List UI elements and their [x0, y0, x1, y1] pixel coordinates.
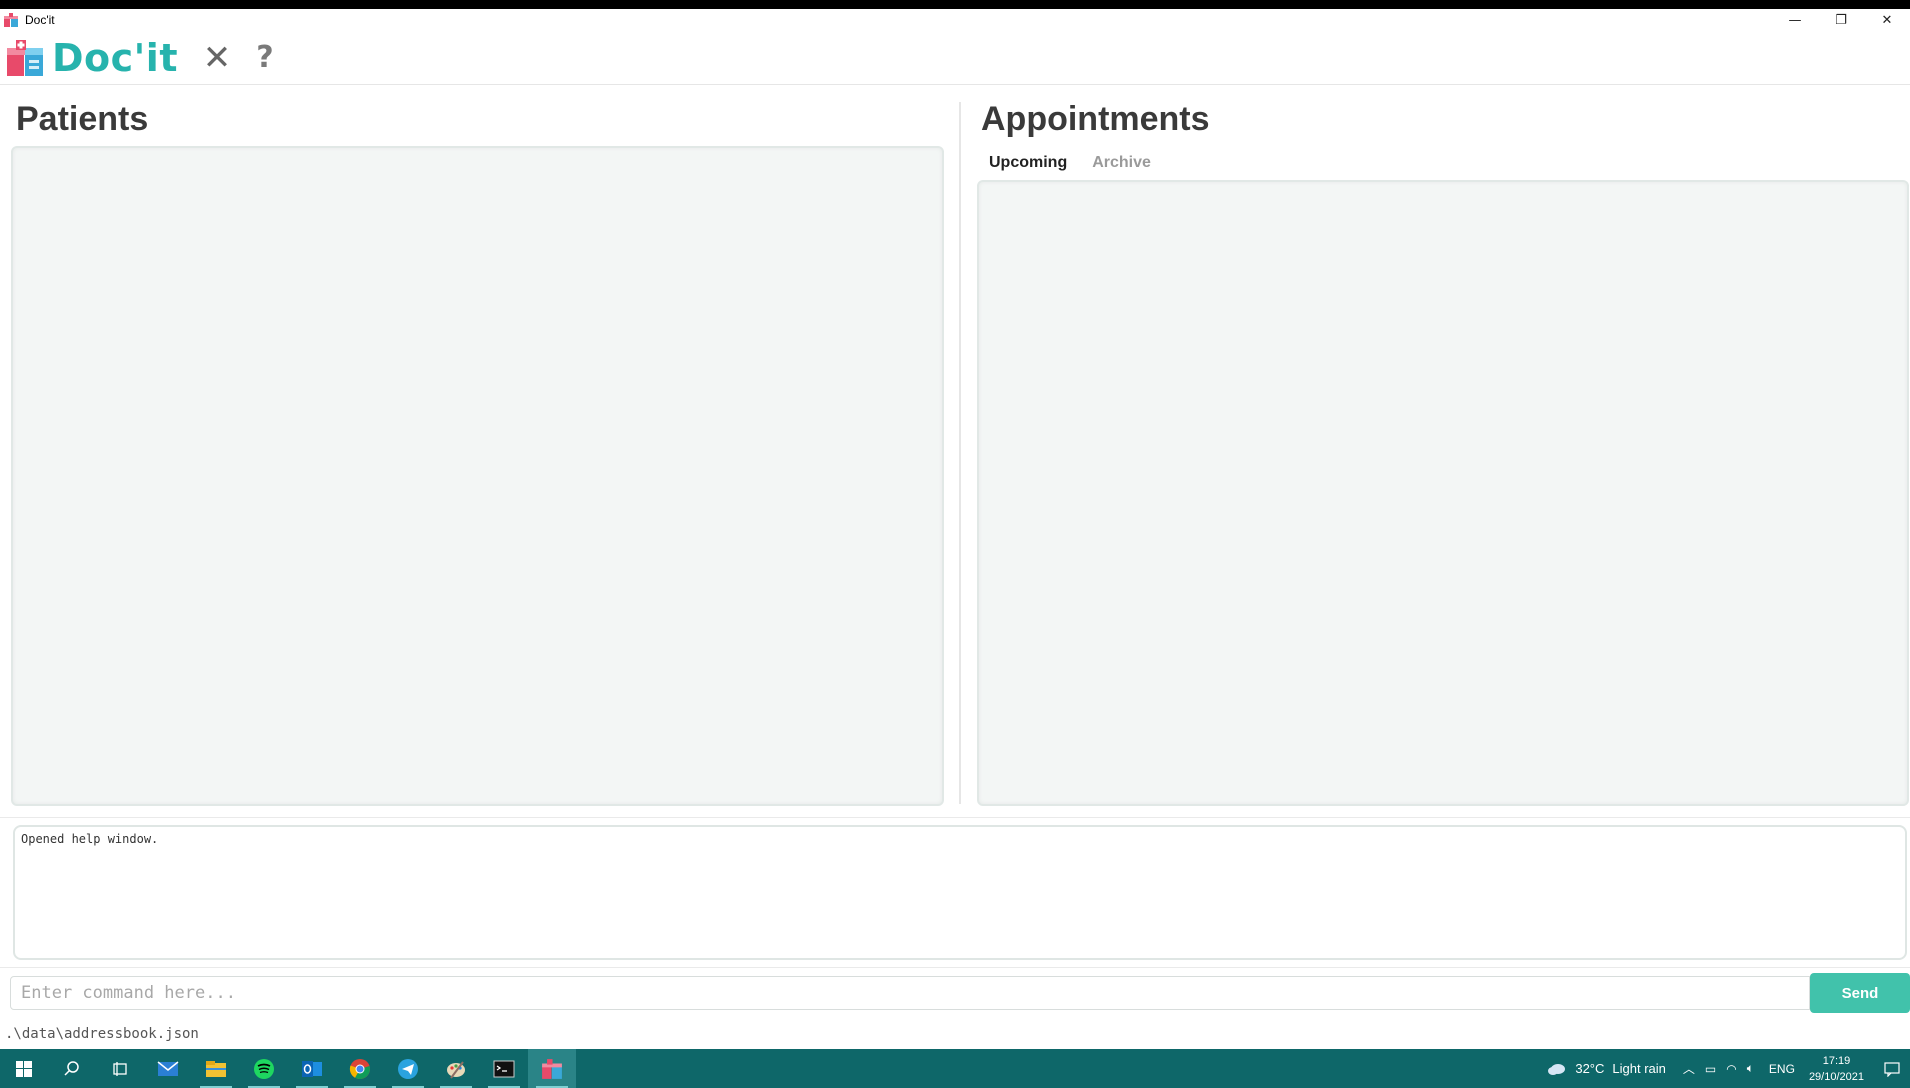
separator: [0, 967, 1910, 968]
panel-divider[interactable]: [959, 102, 961, 804]
command-box: Send: [10, 973, 1910, 1013]
help-button[interactable]: ?: [248, 38, 282, 78]
separator: [0, 817, 1910, 818]
close-window-button[interactable]: ✕: [1864, 9, 1910, 31]
chrome-icon[interactable]: [336, 1049, 384, 1088]
terminal-icon[interactable]: [480, 1049, 528, 1088]
logo-icon: [5, 38, 45, 78]
tab-archive[interactable]: Archive: [1087, 152, 1157, 183]
window-titlebar: Doc'it — ❐ ✕: [0, 9, 1910, 31]
screen-top-strip: [0, 0, 1910, 9]
windows-start-icon[interactable]: [0, 1049, 48, 1088]
patients-title: Patients: [16, 100, 149, 138]
app-root: Doc'it — ❐ ✕ Doc'it ✕ ? Patients Appoint…: [0, 0, 1910, 1088]
notification-icon[interactable]: [1874, 1061, 1910, 1077]
clock-time: 17:19: [1822, 1054, 1851, 1067]
battery-icon[interactable]: ▭: [1705, 1062, 1716, 1076]
send-button[interactable]: Send: [1810, 973, 1910, 1013]
search-icon[interactable]: [48, 1049, 96, 1088]
minimize-button[interactable]: —: [1772, 9, 1818, 31]
weather-condition: Light rain: [1612, 1061, 1666, 1076]
app-toolbar: Doc'it ✕ ?: [0, 31, 1910, 85]
command-input[interactable]: [10, 976, 1810, 1010]
clock-date: 29/10/2021: [1808, 1070, 1864, 1083]
weather-widget[interactable]: 32°C Light rain: [1547, 1061, 1666, 1077]
logo: Doc'it: [5, 36, 178, 80]
logo-text: Doc'it: [52, 35, 178, 80]
cloud-icon: [1548, 1063, 1566, 1075]
appointments-title: Appointments: [981, 100, 1210, 138]
wifi-icon[interactable]: ◠: [1726, 1062, 1736, 1076]
spotify-icon[interactable]: [240, 1049, 288, 1088]
mail-icon[interactable]: [144, 1049, 192, 1088]
appointments-tabs: Upcoming Archive: [984, 152, 1171, 183]
telegram-icon[interactable]: [384, 1049, 432, 1088]
docit-taskbar-icon[interactable]: [528, 1049, 576, 1088]
app-window-icon: [3, 12, 19, 28]
speaker-icon[interactable]: 🔈︎: [1747, 1061, 1754, 1076]
system-tray: 32°C Light rain ︿ ▭ ◠ 🔈︎ ENG 17:19 29/10…: [1547, 1049, 1910, 1088]
os-taskbar: 32°C Light rain ︿ ▭ ◠ 🔈︎ ENG 17:19 29/10…: [0, 1049, 1910, 1088]
patients-list-panel[interactable]: [11, 146, 944, 806]
paint-icon[interactable]: [432, 1049, 480, 1088]
exit-button[interactable]: ✕: [200, 38, 234, 78]
result-display[interactable]: Opened help window.: [13, 825, 1907, 960]
result-text: Opened help window.: [21, 832, 159, 846]
language-indicator[interactable]: ENG: [1769, 1062, 1795, 1076]
task-view-icon[interactable]: [96, 1049, 144, 1088]
chevron-up-icon[interactable]: ︿: [1683, 1060, 1695, 1077]
clock[interactable]: 17:19 29/10/2021: [1809, 1053, 1864, 1085]
restore-button[interactable]: ❐: [1818, 9, 1864, 31]
file-explorer-icon[interactable]: [192, 1049, 240, 1088]
window-controls: — ❐ ✕: [1772, 9, 1910, 31]
appointments-list-panel[interactable]: [977, 180, 1909, 806]
outlook-icon[interactable]: [288, 1049, 336, 1088]
status-bar-save-location: .\data\addressbook.json: [5, 1026, 199, 1042]
tab-upcoming[interactable]: Upcoming: [984, 152, 1074, 183]
weather-temperature: 32°C: [1575, 1061, 1605, 1076]
window-title: Doc'it: [25, 13, 55, 27]
